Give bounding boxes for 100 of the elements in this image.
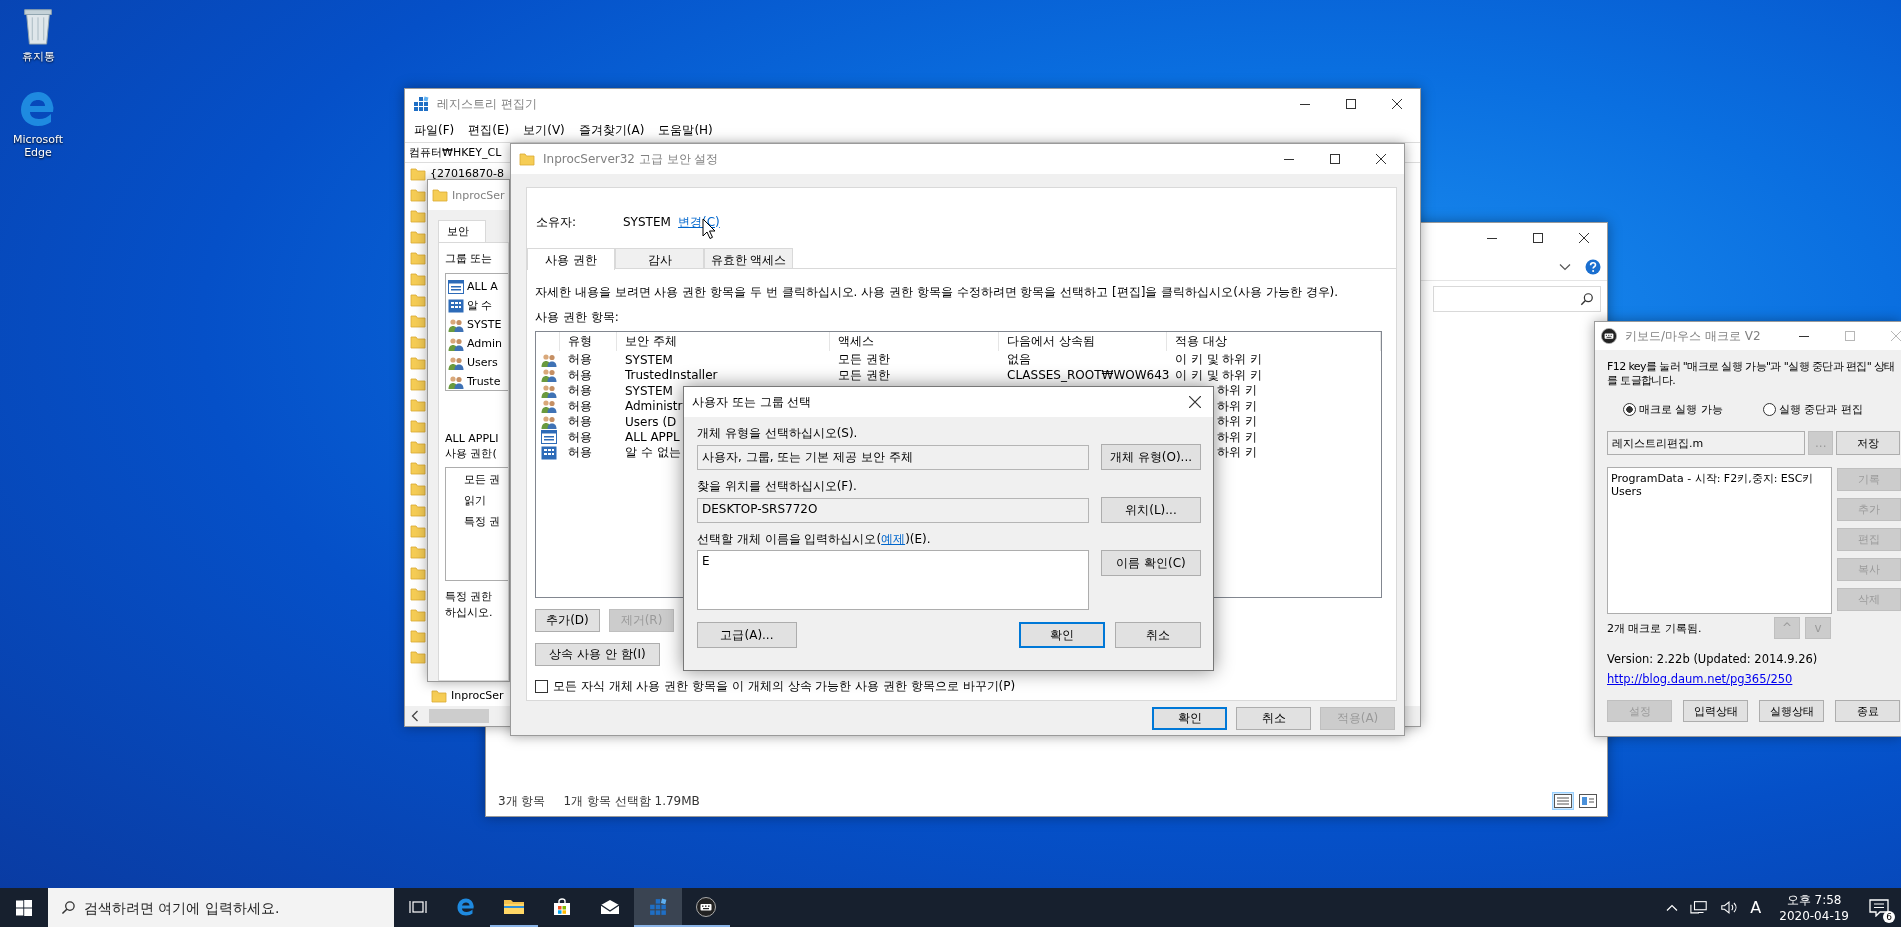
input-method-indicator[interactable]: A <box>1750 898 1762 917</box>
list-item[interactable]: ALL A <box>467 280 498 293</box>
save-button[interactable]: 저장 <box>1836 431 1900 455</box>
blog-link[interactable]: http://blog.daum.net/pg365/250 <box>1607 672 1793 686</box>
folder-icon <box>432 187 448 203</box>
window-title: 키보드/마우스 매크로 V2 <box>1625 327 1761 345</box>
location-field[interactable]: DESKTOP-SRS772O <box>697 497 1089 523</box>
search-field[interactable]: 검색하려면 여기에 입력하세요. <box>48 888 394 927</box>
exit-button[interactable]: 종료 <box>1835 700 1900 722</box>
list-item[interactable]: Users <box>1611 485 1828 498</box>
run-state-button[interactable]: 실행상태 <box>1759 700 1824 722</box>
table-cell: 허용 <box>568 444 592 461</box>
menu-item[interactable]: 즐겨찾기(A) <box>571 122 652 139</box>
checkbox-label[interactable]: 모든 자식 개체 사용 권한 항목을 이 개체의 상속 가능한 사용 권한 항목으로 바꾸기(P) <box>553 678 1016 695</box>
file-field[interactable]: 레지스트리편집.m <box>1607 431 1805 455</box>
details-view-icon[interactable] <box>1552 792 1574 810</box>
menu-item[interactable]: 보기(V) <box>516 122 572 139</box>
radio-button[interactable] <box>1763 403 1776 416</box>
checkbox[interactable] <box>535 680 548 693</box>
list-item[interactable]: 알 수 <box>467 298 493 313</box>
examples-link[interactable]: 예제 <box>881 532 906 546</box>
maximize-icon[interactable] <box>1330 154 1340 164</box>
tree-item[interactable]: {27016870-8 <box>430 167 504 180</box>
locations-button[interactable]: 위치(L)... <box>1101 497 1201 523</box>
list-item[interactable]: SYSTE <box>467 318 502 331</box>
close-icon[interactable] <box>1392 99 1402 109</box>
table-cell: 하위 키 <box>1217 444 1257 461</box>
start-icon[interactable] <box>16 899 32 916</box>
column-header[interactable]: 유형 <box>560 332 617 351</box>
owner-name: SYSTEM <box>623 215 672 229</box>
tiles-view-icon[interactable] <box>1577 792 1599 810</box>
owner-label: 소유자: <box>536 213 578 231</box>
cancel-button[interactable]: 취소 <box>1115 622 1201 648</box>
tab[interactable]: 유효한 액세스 <box>704 248 793 268</box>
tab[interactable]: 보안 <box>438 220 486 242</box>
clock[interactable]: 오후 7:58 2020-04-19 <box>1771 891 1857 924</box>
check-names-button[interactable]: 이름 확인(C) <box>1101 550 1201 576</box>
address-field[interactable]: 컴퓨터₩HKEY_CL <box>405 143 511 162</box>
column-header[interactable]: 보안 주체 <box>617 332 830 351</box>
desktop-icon-label[interactable]: 휴지통 <box>8 49 68 64</box>
input-state-button[interactable]: 입력상태 <box>1683 700 1748 722</box>
help-icon[interactable] <box>1585 258 1601 275</box>
menu-item[interactable]: 도움말(H) <box>651 122 720 139</box>
close-icon[interactable] <box>1189 396 1201 408</box>
radio-label[interactable]: 매크로 실행 가능 <box>1639 402 1723 417</box>
list-item[interactable]: Users <box>467 356 498 369</box>
users-icon <box>541 413 557 430</box>
list-item[interactable]: Admin <box>467 337 503 350</box>
maximize-icon[interactable] <box>1346 99 1356 109</box>
users-icon <box>448 373 464 390</box>
object-types-button[interactable]: 개체 유형(O)... <box>1101 444 1201 470</box>
notification-count: 6 <box>1883 910 1895 923</box>
menu-item[interactable]: 편집(E) <box>461 122 517 139</box>
ok-button[interactable]: 확인 <box>1019 622 1105 648</box>
menu-item[interactable]: 파일(F) <box>407 122 462 139</box>
ok-button[interactable]: 확인 <box>1152 707 1227 730</box>
label: 선택할 개체 이름을 입력하십시오(예제)(E). <box>697 531 932 547</box>
table-cell: 이 키 및 하위 키 <box>1175 366 1263 384</box>
list-item[interactable]: ProgramData - 시작: F2키,중지: ESC키 <box>1611 472 1828 485</box>
scrollbar-thumb[interactable] <box>429 709 489 723</box>
chevron-down-icon[interactable] <box>1559 262 1571 271</box>
object-names-field[interactable]: E <box>697 550 1089 610</box>
table-cell: SYSTEM <box>625 383 673 398</box>
keyboard-icon <box>1601 328 1617 344</box>
search-field[interactable] <box>1433 286 1601 312</box>
label: 그룹 또는 <box>445 251 494 267</box>
column-header[interactable]: 액세스 <box>830 332 999 351</box>
list-item: 모든 권 <box>464 472 502 488</box>
search-icon <box>1580 292 1594 306</box>
object-type-field[interactable]: 사용자, 그룹, 또는 기본 제공 보안 주체 <box>697 444 1089 470</box>
scroll-left-icon[interactable] <box>411 710 419 722</box>
maximize-icon[interactable] <box>1533 233 1543 243</box>
radio-button[interactable] <box>1623 403 1636 416</box>
users-icon <box>541 382 557 399</box>
chevron-up-icon[interactable] <box>1666 903 1679 912</box>
tab[interactable]: 감사 <box>615 248 704 268</box>
column-header[interactable]: 적용 대상 <box>1167 332 1381 351</box>
users-icon <box>541 367 557 383</box>
disable-inheritance-button[interactable]: 상속 사용 안 함(I) <box>535 643 660 666</box>
tree-item[interactable]: InprocSer <box>451 689 504 702</box>
list-item[interactable]: Truste <box>467 375 501 388</box>
desktop-icon-label[interactable]: Microsoft Edge <box>8 133 68 159</box>
radio-label[interactable]: 실행 중단과 편집 <box>1779 402 1863 417</box>
close-icon[interactable] <box>1376 154 1386 164</box>
close-icon[interactable] <box>1579 233 1589 243</box>
volume-icon[interactable] <box>1720 900 1739 915</box>
add-button[interactable]: 추가(D) <box>535 609 600 632</box>
time-text: 오후 7:58 <box>1786 891 1842 908</box>
note-text: 특정 권한 하십시오. <box>445 589 494 621</box>
table-cell: CLASSES_ROOT₩WOW643 <box>1007 368 1170 382</box>
table-cell: Users (D <box>625 414 677 429</box>
notification-icon[interactable] <box>1869 898 1889 917</box>
tab[interactable]: 사용 권한 <box>527 248 615 270</box>
description-text: 자세한 내용을 보려면 사용 권한 항목을 두 번 클릭하십시오. 사용 권한 항목을 수정하려면 항목을 선택하고 [편집]을 클릭하십시오(사용 가능한 경우). <box>535 284 1339 301</box>
label: 개체 유형을 선택하십시오(S). <box>697 425 859 441</box>
cancel-button[interactable]: 취소 <box>1236 707 1311 730</box>
column-header[interactable]: 다음에서 상속됨 <box>999 332 1167 351</box>
network-icon[interactable] <box>1690 900 1709 915</box>
folder-icon <box>410 165 426 182</box>
advanced-button[interactable]: 고급(A)... <box>697 622 797 648</box>
